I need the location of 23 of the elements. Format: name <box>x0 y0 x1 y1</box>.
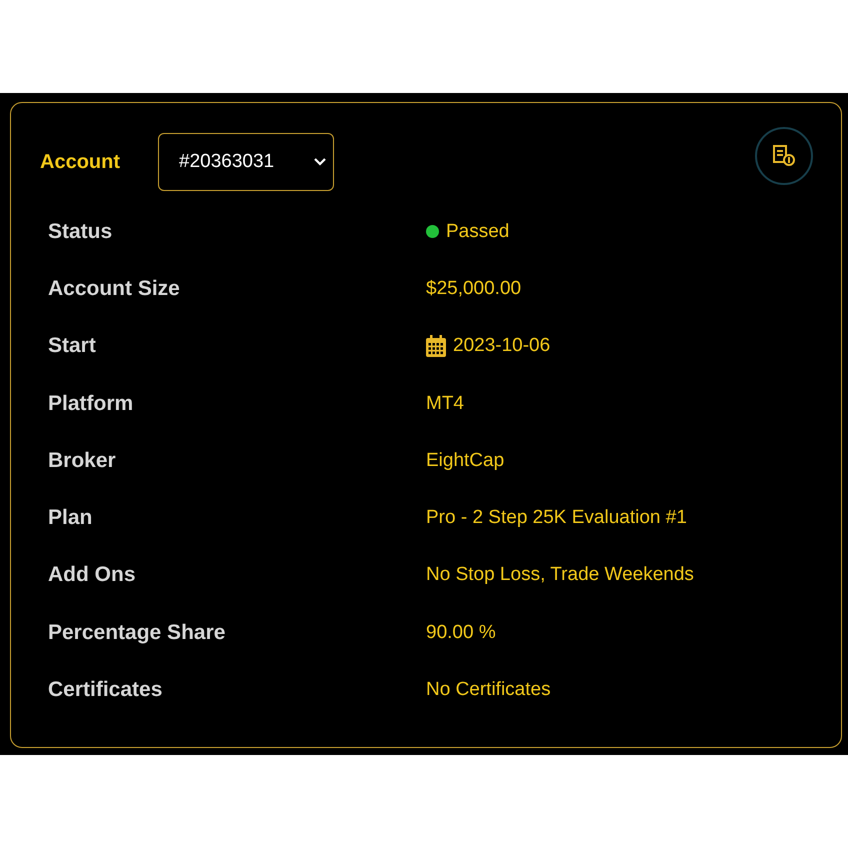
document-coin-icon <box>771 144 797 168</box>
detail-label: Broker <box>47 448 117 473</box>
detail-value: MT4 <box>426 392 464 415</box>
detail-value: EightCap <box>426 450 504 472</box>
detail-value: 2023-10-06 <box>453 335 550 358</box>
detail-label: Status <box>47 220 114 244</box>
chevron-down-icon <box>313 157 327 167</box>
detail-value: No Stop Loss, Trade Weekends <box>426 564 694 586</box>
detail-label: Account Size <box>47 276 181 301</box>
account-label: Account <box>40 150 121 174</box>
detail-value: Passed <box>446 220 510 243</box>
calendar-icon <box>426 335 446 358</box>
detail-label: Add Ons <box>47 563 136 588</box>
detail-label: Start <box>47 334 97 358</box>
detail-value: Pro - 2 Step 25K Evaluation #1 <box>426 507 687 530</box>
detail-value: $25,000.00 <box>426 278 522 300</box>
detail-label: Certificates <box>47 678 164 702</box>
account-select[interactable]: #20363031 <box>158 133 334 191</box>
detail-value: 90.00 % <box>426 622 496 644</box>
detail-label: Platform <box>47 392 134 416</box>
detail-label: Plan <box>47 506 94 530</box>
detail-label: Percentage Share <box>47 620 226 645</box>
detail-value: No Certificates <box>426 679 551 702</box>
